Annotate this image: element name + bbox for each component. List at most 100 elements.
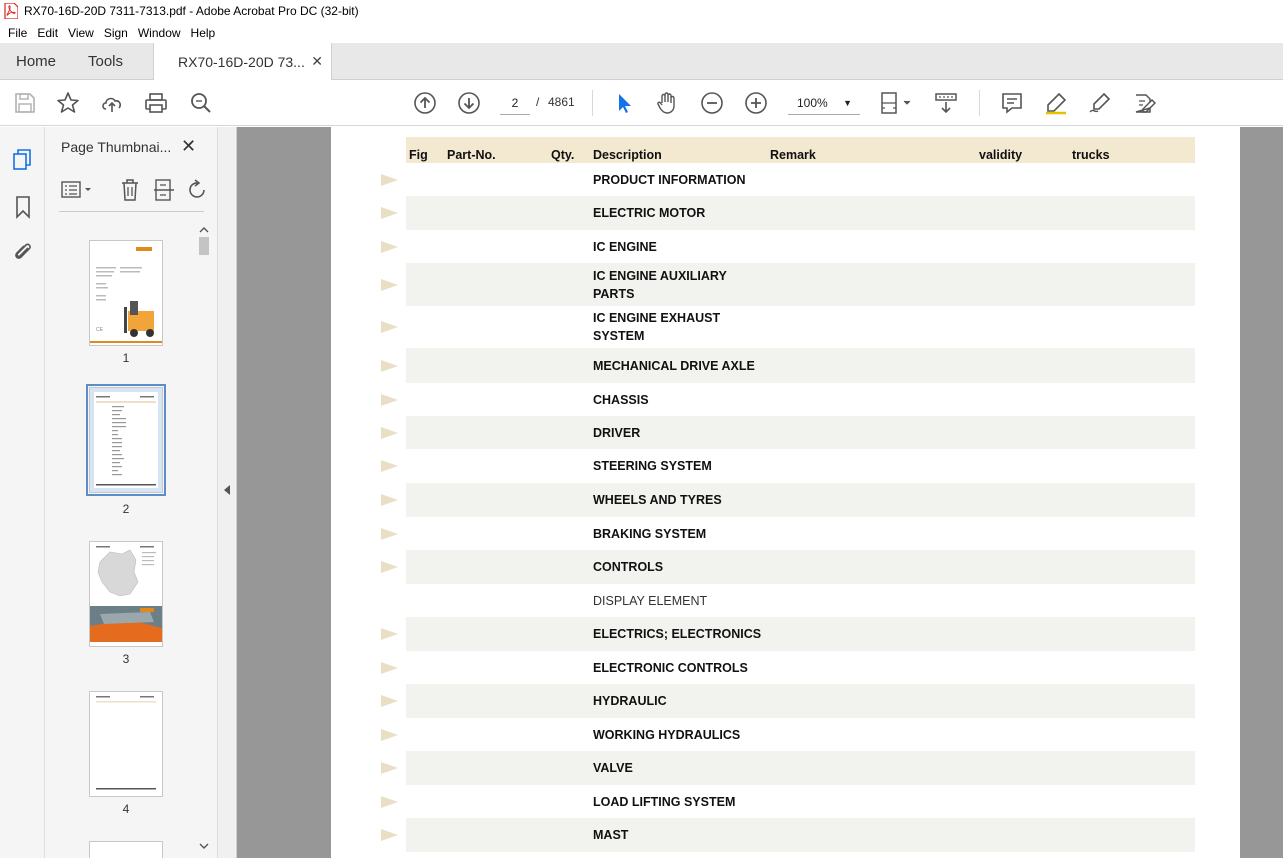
comment-icon[interactable] xyxy=(1000,91,1024,115)
tab-document[interactable]: RX70-16D-20D 73... ✕ xyxy=(153,43,332,81)
menu-view[interactable]: View xyxy=(63,26,99,40)
row-description[interactable]: HYDRAULIC xyxy=(593,692,667,710)
row-description[interactable]: BRAKING SYSTEM xyxy=(593,525,706,543)
row-description[interactable]: DRIVER xyxy=(593,424,640,442)
link-arrow-icon[interactable] xyxy=(381,795,398,808)
scrollbar-thumb[interactable] xyxy=(199,237,209,255)
split-page-icon[interactable] xyxy=(153,178,175,205)
link-arrow-icon[interactable] xyxy=(381,426,398,439)
menu-edit[interactable]: Edit xyxy=(32,26,63,40)
link-arrow-icon[interactable] xyxy=(381,359,398,372)
page-thumbnail-2[interactable] xyxy=(86,384,166,496)
sign-pen-icon[interactable] xyxy=(1088,91,1112,115)
row-description[interactable]: STEERING SYSTEM xyxy=(593,457,712,475)
highlight-icon[interactable] xyxy=(1044,91,1068,115)
row-description[interactable]: WHEELS AND TYRES xyxy=(593,491,722,509)
scroll-mode-icon[interactable] xyxy=(934,91,958,115)
link-arrow-icon[interactable] xyxy=(381,628,398,640)
tab-bar: Home Tools RX70-16D-20D 73... ✕ xyxy=(0,43,1283,81)
cloud-upload-icon[interactable] xyxy=(100,91,124,115)
thumbnail-options-icon[interactable] xyxy=(61,179,93,204)
document-view[interactable]: Fig Part-No. Qty. Description Remark val… xyxy=(237,127,1283,858)
row-description[interactable]: WORKING HYDRAULICS xyxy=(593,726,740,744)
page-thumbnail-3[interactable] xyxy=(89,541,163,647)
row-description[interactable]: ELECTRIC MOTOR xyxy=(593,204,705,222)
scroll-down-icon[interactable] xyxy=(197,841,211,851)
link-arrow-icon[interactable] xyxy=(381,393,398,406)
zoom-level-select[interactable]: 100% ▼ xyxy=(788,91,860,115)
link-arrow-icon[interactable] xyxy=(381,561,398,573)
page-thumbnail-1[interactable]: CE xyxy=(89,240,163,346)
thumbnail-page-number: 4 xyxy=(122,802,130,816)
zoom-in-icon[interactable] xyxy=(744,91,768,115)
row-description[interactable]: LOAD LIFTING SYSTEM xyxy=(593,793,735,811)
page-thumbnail-4[interactable] xyxy=(89,691,163,797)
hand-tool-icon[interactable] xyxy=(655,91,679,115)
header-remark: Remark xyxy=(770,148,816,162)
collapse-panel-icon[interactable] xyxy=(224,485,230,495)
link-arrow-icon[interactable] xyxy=(381,494,398,506)
tab-tools[interactable]: Tools xyxy=(72,43,152,79)
link-arrow-icon[interactable] xyxy=(381,207,398,219)
header-part-no: Part-No. xyxy=(447,148,496,162)
row-description-line: IC ENGINE EXHAUST xyxy=(593,311,721,325)
page-fit-icon[interactable] xyxy=(879,91,915,115)
thumbnails-scrollbar[interactable] xyxy=(197,225,211,858)
link-arrow-icon[interactable] xyxy=(381,695,398,707)
table-header: Fig Part-No. Qty. Description Remark val… xyxy=(406,137,1195,163)
table-row: DRIVER xyxy=(381,416,1195,449)
link-arrow-icon[interactable] xyxy=(381,321,398,333)
row-description[interactable]: CONTROLS xyxy=(593,558,663,576)
next-page-icon[interactable] xyxy=(457,91,481,115)
page-thumbnail-5[interactable] xyxy=(89,841,163,858)
header-description: Description xyxy=(593,148,662,162)
menu-sign[interactable]: Sign xyxy=(99,26,133,40)
tab-document-label: RX70-16D-20D 73... xyxy=(178,54,305,70)
star-icon[interactable] xyxy=(56,91,80,115)
panel-splitter[interactable] xyxy=(218,127,237,858)
link-arrow-icon[interactable] xyxy=(381,278,398,291)
row-description[interactable]: ELECTRONIC CONTROLS xyxy=(593,659,748,677)
row-description[interactable]: IC ENGINE EXHAUST SYSTEM xyxy=(593,309,720,345)
close-panel-icon[interactable]: ✕ xyxy=(181,136,196,157)
edit-pdf-icon[interactable] xyxy=(1132,91,1156,115)
row-description[interactable]: IC ENGINE xyxy=(593,238,657,256)
link-arrow-icon[interactable] xyxy=(381,829,398,841)
table-row: IC ENGINE EXHAUST SYSTEM xyxy=(381,306,1195,348)
row-description[interactable]: PRODUCT INFORMATION xyxy=(593,171,746,189)
menu-file[interactable]: File xyxy=(3,26,32,40)
search-icon[interactable] xyxy=(189,91,213,115)
menu-window[interactable]: Window xyxy=(133,26,186,40)
scroll-up-icon[interactable] xyxy=(197,225,211,235)
page-thumbnails-icon[interactable] xyxy=(11,148,35,172)
link-arrow-icon[interactable] xyxy=(381,460,398,472)
bookmark-icon[interactable] xyxy=(11,195,35,219)
close-tab-icon[interactable]: ✕ xyxy=(311,53,323,70)
link-arrow-icon[interactable] xyxy=(381,661,398,674)
row-description[interactable]: MAST xyxy=(593,826,628,844)
total-pages: 4861 xyxy=(548,95,575,109)
link-arrow-icon[interactable] xyxy=(381,728,398,741)
link-arrow-icon[interactable] xyxy=(381,527,398,540)
row-description[interactable]: IC ENGINE AUXILIARY PARTS xyxy=(593,267,727,303)
rotate-icon[interactable] xyxy=(187,178,209,205)
acrobat-app-icon xyxy=(4,2,19,20)
row-description[interactable]: MECHANICAL DRIVE AXLE xyxy=(593,357,755,375)
previous-page-icon[interactable] xyxy=(413,91,437,115)
row-description[interactable]: CHASSIS xyxy=(593,391,649,409)
tab-home[interactable]: Home xyxy=(0,43,72,79)
attachment-icon[interactable] xyxy=(11,240,35,264)
row-description[interactable]: ELECTRICS; ELECTRONICS xyxy=(593,625,761,643)
page-number-input[interactable]: 2 xyxy=(500,91,530,115)
row-description[interactable]: VALVE xyxy=(593,759,633,777)
menu-help[interactable]: Help xyxy=(186,26,221,40)
print-icon[interactable] xyxy=(144,91,168,115)
chevron-down-icon: ▼ xyxy=(843,98,852,108)
save-icon[interactable] xyxy=(13,91,37,115)
link-arrow-icon[interactable] xyxy=(381,762,398,774)
link-arrow-icon[interactable] xyxy=(381,240,398,253)
zoom-out-icon[interactable] xyxy=(700,91,724,115)
link-arrow-icon[interactable] xyxy=(381,173,398,186)
trash-icon[interactable] xyxy=(119,178,141,205)
select-cursor-icon[interactable] xyxy=(612,91,636,115)
